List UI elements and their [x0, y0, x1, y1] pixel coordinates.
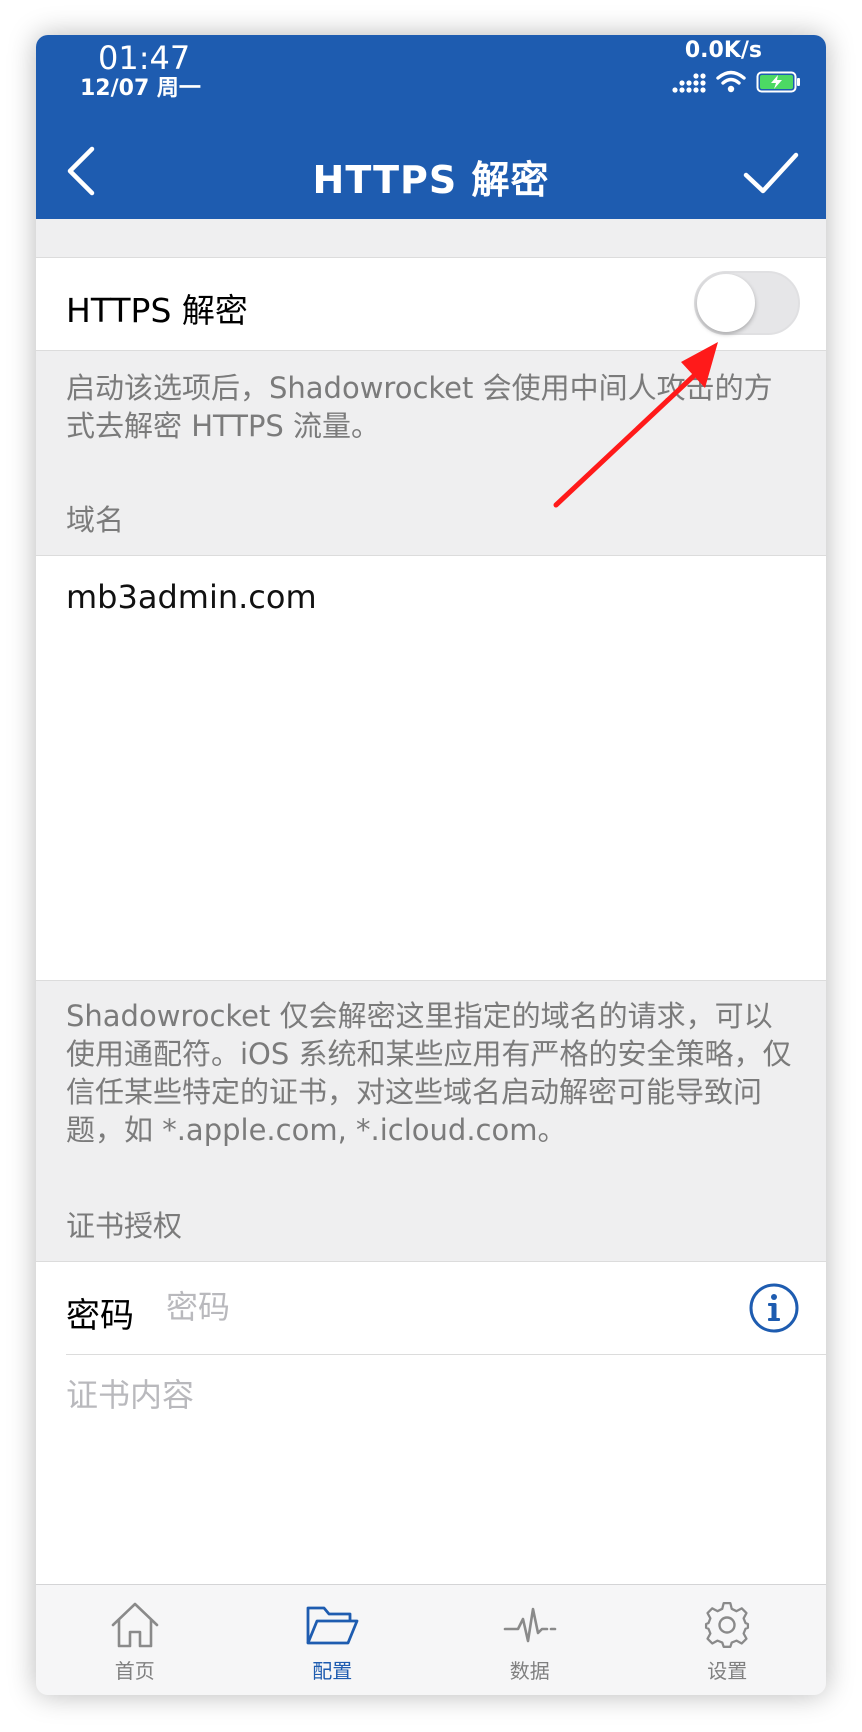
- checkmark-icon[interactable]: [736, 143, 806, 203]
- tab-config[interactable]: 配置: [234, 1585, 432, 1695]
- domain-text-area[interactable]: mb3admin.com: [36, 555, 826, 981]
- divider: [66, 1354, 826, 1355]
- https-footer-note: 启动该选项后，Shadowrocket 会使用中间人攻击的方式去解密 HTTPS…: [66, 371, 773, 443]
- status-date: 12/07 周一: [80, 76, 201, 101]
- tab-data-label: 数据: [509, 1659, 550, 1683]
- folder-icon: [306, 1606, 359, 1645]
- tab-config-label: 配置: [312, 1659, 353, 1683]
- phone-screen: 01:47 12/07 周一 0.0K/s HTTPS 解密 HTTPS 解密 …: [36, 35, 826, 1695]
- page-title: HTTPS 解密: [312, 158, 550, 202]
- cert-section-header: 证书授权: [66, 1209, 183, 1243]
- password-input[interactable]: [166, 1284, 646, 1330]
- wifi-icon: [716, 70, 746, 93]
- tab-home[interactable]: 首页: [36, 1585, 234, 1695]
- pulse-icon: [503, 1607, 557, 1643]
- tab-settings[interactable]: 设置: [629, 1585, 827, 1695]
- signal-icon: [672, 73, 706, 93]
- network-speed: 0.0K/s: [684, 38, 762, 63]
- cert-content-input[interactable]: [66, 1370, 786, 1590]
- tab-home-label: 首页: [114, 1659, 155, 1683]
- https-decrypt-label: HTTPS 解密: [66, 291, 248, 330]
- password-label: 密码: [66, 1296, 134, 1336]
- status-time: 01:47: [98, 39, 191, 77]
- domain-footer-note: Shadowrocket 仅会解密这里指定的域名的请求，可以使用通配符。iOS …: [66, 999, 792, 1147]
- battery-charging-icon: [756, 71, 800, 93]
- tab-data[interactable]: 数据: [431, 1585, 629, 1695]
- nav-header: 01:47 12/07 周一 0.0K/s HTTPS 解密: [36, 35, 826, 219]
- home-icon: [111, 1602, 159, 1648]
- gear-icon: [705, 1601, 750, 1648]
- tab-settings-label: 设置: [707, 1659, 748, 1683]
- domain-value: mb3admin.com: [66, 578, 317, 616]
- status-icons: [672, 65, 802, 99]
- toggle-knob: [697, 274, 755, 332]
- domain-section-header: 域名: [66, 503, 125, 537]
- https-decrypt-row: HTTPS 解密: [36, 257, 826, 351]
- https-decrypt-toggle[interactable]: [694, 271, 800, 335]
- tab-bar: 首页 配置 数据 设置: [36, 1584, 826, 1695]
- cert-box: 密码: [36, 1261, 826, 1618]
- info-icon[interactable]: [748, 1282, 800, 1334]
